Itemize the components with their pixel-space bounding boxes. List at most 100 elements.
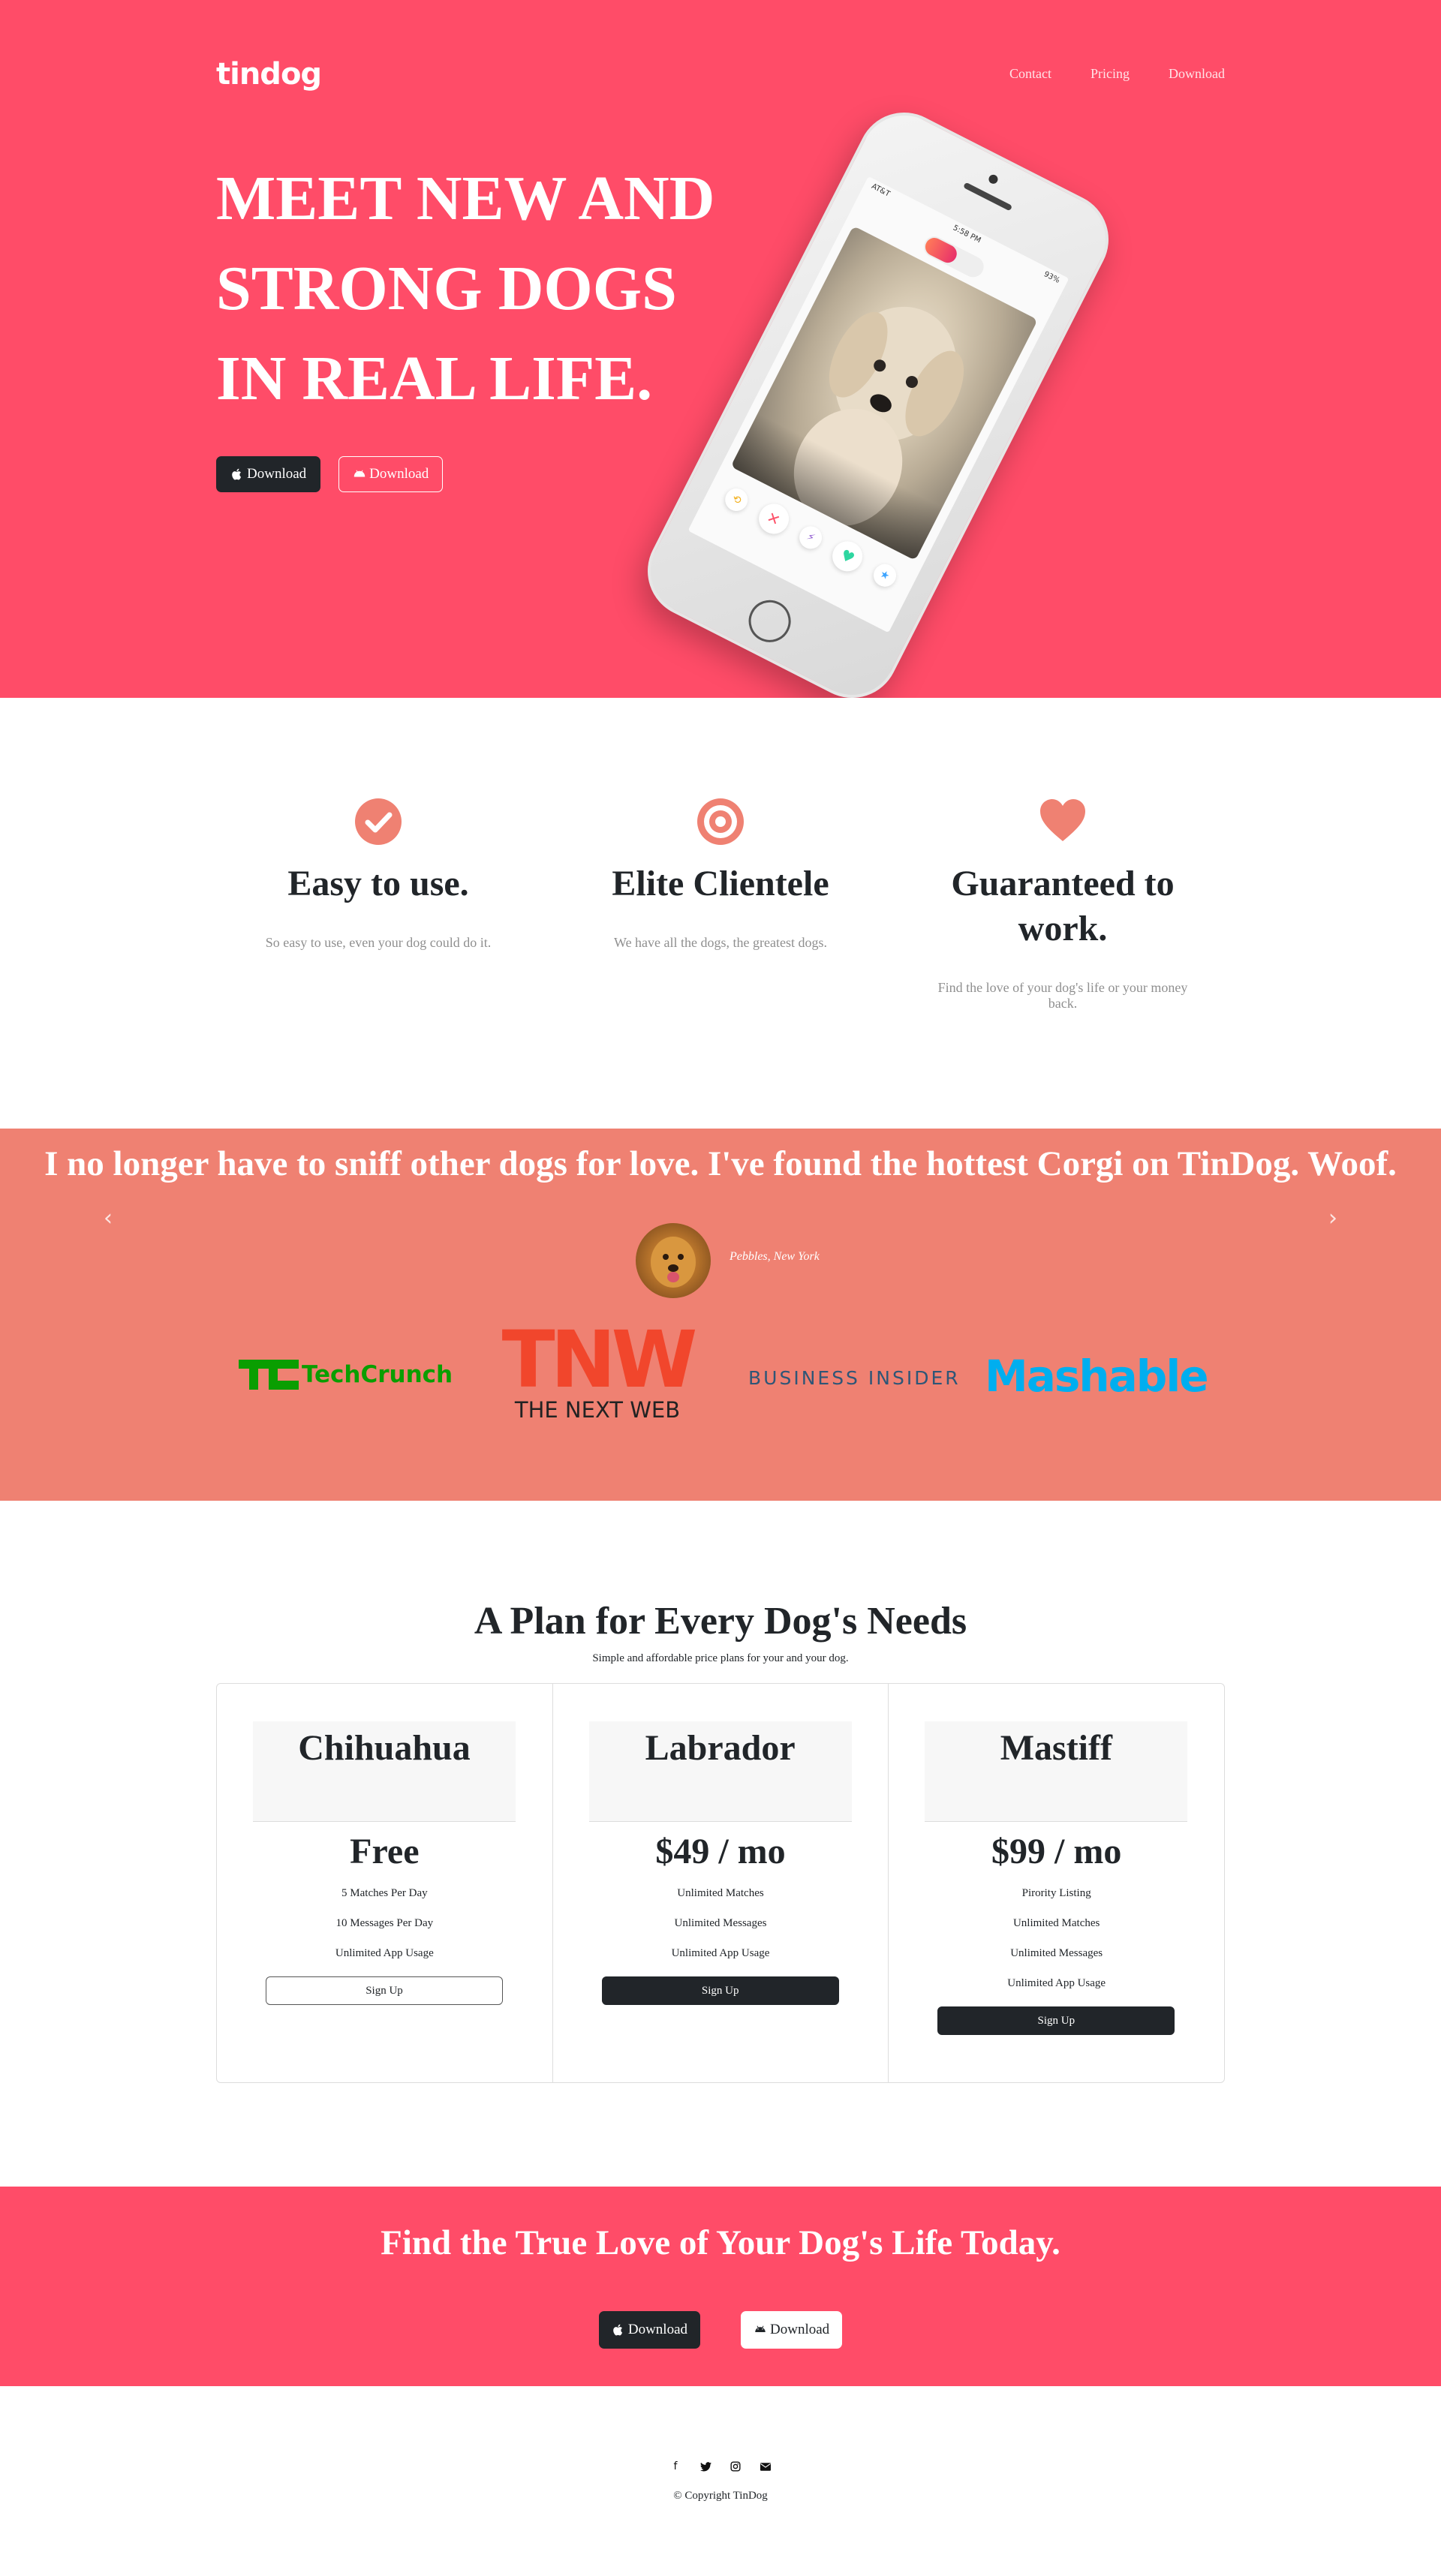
phone-camera: [987, 173, 1000, 185]
plan-feature: 5 Matches Per Day: [341, 1887, 428, 1899]
close-icon[interactable]: ✕: [753, 498, 794, 540]
nav-link-contact[interactable]: Contact: [1009, 66, 1051, 82]
carousel-prev-icon[interactable]: ‹: [93, 1204, 123, 1234]
facebook-icon[interactable]: f: [669, 2460, 682, 2473]
plan-feature: Unlimited App Usage: [1007, 1977, 1106, 1989]
android-icon: [353, 470, 366, 477]
tnw-mark: TNW: [501, 1314, 698, 1405]
techcrunch-logo: TechCrunch: [239, 1360, 453, 1390]
plan-labrador: Labrador $49 / mo Unlimited Matches Unli…: [553, 1684, 889, 2082]
apple-icon: [613, 2324, 622, 2336]
cta-android-download-button[interactable]: Download: [741, 2311, 843, 2349]
plan-feature: Unlimited Messages: [674, 1917, 767, 1929]
nav-link-pricing[interactable]: Pricing: [1091, 66, 1130, 82]
cta-title: Find the True Love of Your Dog's Life To…: [381, 2223, 1060, 2262]
plan-name: Labrador: [645, 1728, 796, 1768]
phone-speaker: [963, 182, 1013, 212]
nav-link-download[interactable]: Download: [1169, 66, 1225, 82]
star-icon[interactable]: ★: [869, 560, 900, 591]
rewind-icon[interactable]: ⟲: [721, 484, 752, 516]
feature-elite: Elite Clientele We have all the dogs, th…: [580, 798, 861, 951]
heart-icon: [1040, 799, 1085, 841]
pricing-title: A Plan for Every Dog's Needs: [474, 1600, 967, 1643]
sign-up-button-labrador[interactable]: Sign Up: [601, 1976, 839, 2005]
feature-title: Easy to use.: [287, 864, 469, 903]
techcrunch-mark: [239, 1360, 299, 1390]
apple-download-button[interactable]: Download: [216, 456, 321, 492]
plan-feature: Pirority Listing: [1021, 1887, 1091, 1899]
feature-title: Elite Clientele: [612, 864, 829, 903]
press-logos: TechCrunch TNW THE NEXT WEB BUSINESS INS…: [0, 1314, 1441, 1429]
cta-section: Find the True Love of Your Dog's Life To…: [0, 2187, 1441, 2386]
avatar: [636, 1223, 711, 1298]
feature-text: We have all the dogs, the greatest dogs.: [614, 935, 827, 950]
plan-chihuahua: Chihuahua Free 5 Matches Per Day 10 Mess…: [217, 1684, 553, 2082]
plan-feature: Unlimited App Usage: [335, 1947, 434, 1959]
feature-easy: Easy to use. So easy to use, even your d…: [238, 798, 519, 951]
business-insider-logo: BUSINESS INSIDER: [748, 1367, 961, 1389]
copyright-text: © Copyright TinDog: [673, 2490, 768, 2502]
carousel-next-icon[interactable]: ›: [1318, 1204, 1348, 1234]
sign-up-button-mastiff[interactable]: Sign Up: [937, 2006, 1175, 2035]
instagram-icon[interactable]: [729, 2460, 742, 2473]
avatar-dog-image: [651, 1237, 696, 1288]
pricing-table: Chihuahua Free 5 Matches Per Day 10 Mess…: [216, 1683, 1225, 2083]
feature-text: Find the love of your dog's life or your…: [937, 980, 1188, 1011]
testimonials-section: I no longer have to sniff other dogs for…: [0, 1129, 1441, 1501]
lightning-icon[interactable]: ⚡: [795, 522, 826, 553]
hero-section: tindog Contact Pricing Download MEET NEW…: [0, 0, 1441, 698]
testimonial-author: Pebbles, New York: [730, 1250, 820, 1263]
features-section: Easy to use. So easy to use, even your d…: [0, 698, 1441, 1129]
plan-header: Chihuahua: [253, 1721, 516, 1822]
apple-icon: [232, 468, 242, 480]
hero-title-line: STRONG DOGS: [216, 254, 677, 323]
android-download-button[interactable]: Download: [338, 456, 444, 492]
android-download-label: Download: [369, 466, 429, 482]
plan-price: Free: [350, 1832, 420, 1871]
navbar: tindog Contact Pricing Download: [216, 54, 1225, 99]
plan-features: Unlimited Matches Unlimited Messages Unl…: [553, 1886, 889, 1976]
tnw-text: THE NEXT WEB: [514, 1397, 681, 1423]
plan-feature: Unlimited Matches: [1012, 1917, 1100, 1929]
feature-title: Guaranteed to work.: [951, 864, 1175, 948]
apple-download-label: Download: [247, 466, 307, 482]
plan-features: 5 Matches Per Day 10 Messages Per Day Un…: [217, 1886, 552, 1976]
brand-logo[interactable]: tindog: [216, 57, 322, 92]
sign-up-button-chihuahua[interactable]: Sign Up: [266, 1976, 503, 2005]
cta-buttons: Download Download: [0, 2311, 1441, 2349]
social-links: f: [0, 2460, 1441, 2473]
pricing-subtitle: Simple and affordable price plans for yo…: [592, 1652, 849, 1664]
cta-apple-download-button[interactable]: Download: [598, 2311, 700, 2349]
plan-header: Mastiff: [925, 1721, 1188, 1822]
footer: f © Copyright TinDog: [0, 2386, 1441, 2576]
plan-price: $99 / mo: [991, 1832, 1122, 1871]
pricing-section: A Plan for Every Dog's Needs Simple and …: [0, 1501, 1441, 2187]
feature-text: So easy to use, even your dog could do i…: [265, 935, 492, 950]
android-icon: [755, 2325, 766, 2332]
hero-title-line: MEET NEW AND: [216, 164, 715, 233]
phone-home-button: [741, 593, 799, 650]
plan-name: Chihuahua: [298, 1728, 471, 1768]
bullseye-icon: [697, 798, 744, 845]
feature-guaranteed: Guaranteed to work. Find the love of you…: [922, 798, 1203, 1011]
plan-name: Mastiff: [1000, 1728, 1112, 1768]
tnw-logo: TNW THE NEXT WEB: [489, 1314, 706, 1423]
twitter-icon[interactable]: [699, 2460, 712, 2473]
testimonial-quote: I no longer have to sniff other dogs for…: [44, 1144, 1397, 1183]
plan-price: $49 / mo: [655, 1832, 786, 1871]
plan-feature: Unlimited Matches: [677, 1887, 764, 1899]
cta-android-download-label: Download: [770, 2322, 830, 2337]
envelope-icon[interactable]: [759, 2460, 772, 2473]
techcrunch-text: TechCrunch: [302, 1361, 453, 1388]
check-circle-icon: [355, 798, 402, 845]
plan-header: Labrador: [588, 1721, 852, 1822]
hero-title-line: IN REAL LIFE.: [216, 344, 653, 413]
plan-feature: 10 Messages Per Day: [335, 1917, 434, 1929]
heart-icon[interactable]: ♥: [827, 536, 868, 577]
cta-apple-download-label: Download: [627, 2322, 687, 2337]
plan-mastiff: Mastiff $99 / mo Pirority Listing Unlimi…: [889, 1684, 1224, 2082]
hero-buttons: Download Download: [216, 456, 444, 492]
plan-features: Pirority Listing Unlimited Matches Unlim…: [889, 1886, 1224, 2006]
plan-feature: Unlimited App Usage: [671, 1947, 770, 1959]
nav-links: Contact Pricing Download: [1009, 66, 1225, 82]
